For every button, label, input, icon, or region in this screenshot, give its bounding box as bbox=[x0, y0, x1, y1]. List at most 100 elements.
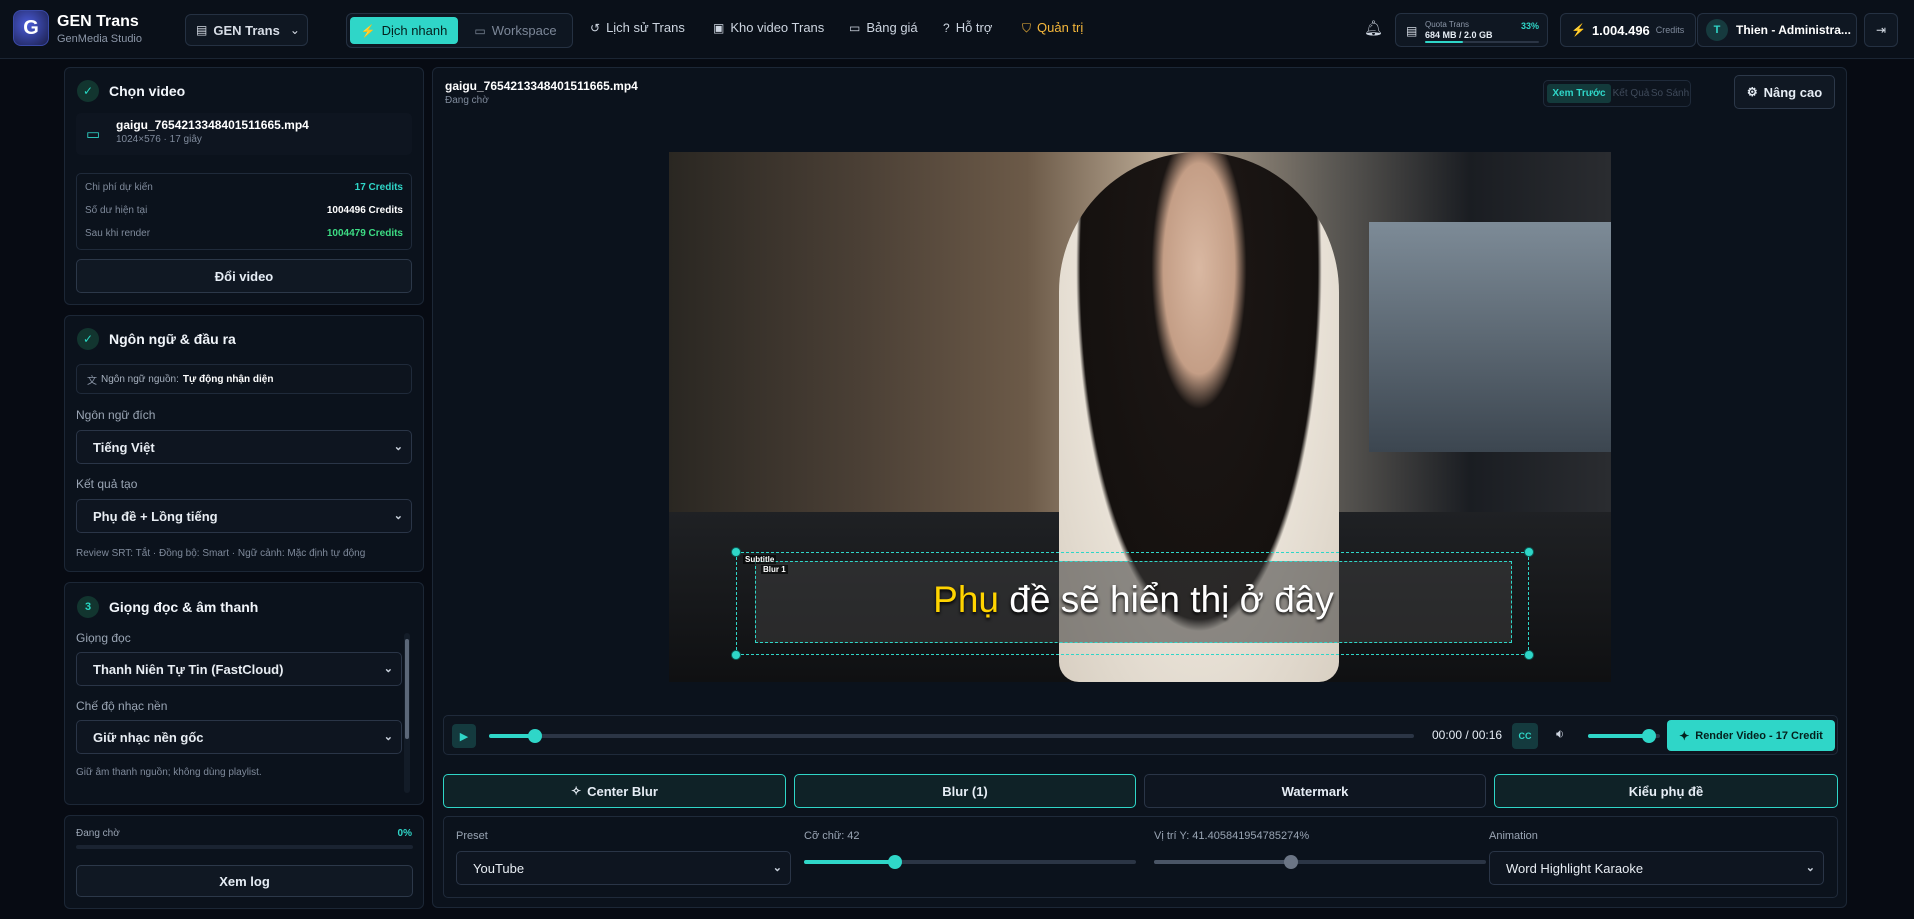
change-video-button[interactable]: Đổi video bbox=[76, 259, 412, 293]
choose-video-panel: ✓ Chọn video ▭ gaigu_7654213348401511665… bbox=[64, 67, 424, 305]
advanced-button[interactable]: ⚙ Nâng cao bbox=[1734, 75, 1835, 109]
nav-video-library[interactable]: ▣ Kho video Trans bbox=[713, 20, 824, 35]
preset-select[interactable]: YouTube ⌄ bbox=[456, 851, 791, 885]
nav-pricing-label: Bảng giá bbox=[866, 20, 918, 35]
resize-handle-top-right[interactable] bbox=[1524, 547, 1534, 557]
chevron-down-icon: ⌄ bbox=[393, 510, 403, 522]
status-label: Đang chờ bbox=[76, 828, 120, 839]
status-percent: 0% bbox=[397, 828, 412, 839]
video-file-icon: ▭ bbox=[86, 126, 101, 143]
translate-icon: 文 bbox=[87, 375, 97, 387]
bell-icon[interactable]: 🔔︎ bbox=[1364, 19, 1383, 37]
after-render-label: Sau khi render bbox=[85, 228, 151, 239]
resize-handle-bottom-left[interactable] bbox=[731, 650, 741, 660]
volume-icon[interactable]: 🔉︎ bbox=[1556, 726, 1564, 742]
time-display: 00:00 / 00:16 bbox=[1432, 728, 1503, 742]
render-video-button[interactable]: ✦ Render Video - 17 Credit bbox=[1667, 720, 1835, 751]
music-mode-label: Chế độ nhạc nền bbox=[76, 699, 168, 713]
language-title: Ngôn ngữ & đầu ra bbox=[109, 331, 236, 347]
credits-label: Credits bbox=[1655, 25, 1685, 35]
target-language-select[interactable]: Tiếng Việt ⌄ bbox=[76, 430, 412, 464]
nav-support[interactable]: ? Hỗ trợ bbox=[943, 20, 992, 35]
source-language-label: Ngôn ngữ nguồn: bbox=[101, 373, 179, 385]
avatar: T bbox=[1706, 19, 1728, 41]
play-button[interactable]: ▶ bbox=[452, 724, 476, 748]
resize-handle-top-left[interactable] bbox=[731, 547, 741, 557]
balance-value: 1004496 Credits bbox=[326, 205, 403, 216]
sparkle-icon: ✧ bbox=[571, 784, 582, 798]
tab-compare[interactable]: So Sánh bbox=[1650, 84, 1690, 103]
voice-select[interactable]: Thanh Niên Tự Tin (FastCloud) ⌄ bbox=[76, 652, 402, 686]
user-menu[interactable]: T Thien - Administra... bbox=[1697, 13, 1857, 47]
app-logo[interactable]: G bbox=[13, 10, 49, 46]
advanced-button-label: Nâng cao bbox=[1763, 84, 1823, 100]
resize-handle-bottom-right[interactable] bbox=[1524, 650, 1534, 660]
position-y-label: Vị trí Y: 41.405841954785274% bbox=[1154, 830, 1310, 842]
quota-value: 684 MB / 2.0 GB bbox=[1425, 30, 1493, 40]
choose-video-title: Chọn video bbox=[109, 83, 186, 99]
tab-center-blur-label: Center Blur bbox=[587, 783, 658, 799]
font-size-label: Cỡ chữ: 42 bbox=[804, 830, 860, 842]
logout-button[interactable]: ⇥ bbox=[1864, 13, 1898, 47]
source-language-value: Tự động nhận diện bbox=[182, 373, 274, 385]
credits-value: 1.004.496 bbox=[1591, 22, 1650, 38]
storage-icon: ▤ bbox=[1406, 24, 1418, 38]
font-size-knob[interactable] bbox=[888, 855, 903, 869]
seek-knob[interactable] bbox=[528, 729, 543, 743]
volume-fill bbox=[1588, 734, 1650, 738]
position-y-fill bbox=[1154, 860, 1292, 864]
app-title: GEN Trans bbox=[57, 13, 139, 30]
seek-bar[interactable] bbox=[489, 729, 1414, 743]
chevron-down-icon: ⌄ bbox=[393, 441, 403, 453]
step-number: 3 bbox=[77, 596, 99, 618]
volume-slider[interactable] bbox=[1588, 729, 1660, 743]
quota-label: Quota Trans bbox=[1425, 20, 1470, 29]
subtitle-region[interactable]: Subtitle Blur 1 Phụ đề sẽ hiển thị ở đây bbox=[731, 547, 1534, 660]
preset-label: Preset bbox=[456, 830, 488, 842]
tab-workspace[interactable]: ▭ Workspace bbox=[463, 17, 568, 44]
chevron-down-icon: ⌄ bbox=[383, 663, 393, 675]
cost-label: Chi phí dự kiến bbox=[85, 182, 153, 193]
volume-knob[interactable] bbox=[1642, 729, 1657, 743]
tab-blur[interactable]: Blur (1) bbox=[794, 774, 1136, 808]
tab-workspace-label: Workspace bbox=[491, 23, 557, 38]
tab-result[interactable]: Kết Quả bbox=[1612, 84, 1650, 103]
help-icon: ? bbox=[943, 20, 950, 35]
voice-panel: 3 Giọng đọc & âm thanh Giọng đọc Thanh N… bbox=[64, 582, 424, 805]
magic-wand-icon: ✦ bbox=[1679, 728, 1690, 743]
sliders-icon: ⚙ bbox=[1746, 85, 1758, 99]
top-navigation-bar: G GEN Trans GenMedia Studio ▤ GEN Trans … bbox=[0, 0, 1914, 59]
output-result-label: Kết quả tạo bbox=[76, 477, 138, 491]
user-name: Thien - Administra... bbox=[1736, 23, 1851, 37]
position-y-knob[interactable] bbox=[1284, 855, 1299, 869]
player-controls: ▶ 00:00 / 00:16 CC 🔉︎ ✦ Render Video - 1… bbox=[443, 715, 1838, 755]
captions-icon[interactable]: CC bbox=[1512, 723, 1538, 749]
credits-indicator[interactable]: ⚡ 1.004.496 Credits bbox=[1560, 13, 1696, 47]
scrollbar[interactable] bbox=[404, 633, 410, 793]
tab-subtitle-style[interactable]: Kiểu phụ đề bbox=[1494, 774, 1838, 808]
video-preview[interactable]: Subtitle Blur 1 Phụ đề sẽ hiển thị ở đây bbox=[669, 152, 1611, 682]
tab-quick-translate[interactable]: ⚡ Dịch nhanh bbox=[350, 17, 458, 44]
scrollbar-thumb[interactable] bbox=[405, 639, 409, 739]
font-size-slider[interactable] bbox=[804, 855, 1136, 869]
animation-select[interactable]: Word Highlight Karaoke ⌄ bbox=[1489, 851, 1824, 885]
view-log-button[interactable]: Xem log bbox=[76, 865, 413, 897]
folder-icon: ▣ bbox=[713, 20, 725, 35]
quota-indicator[interactable]: ▤ Quota Trans 684 MB / 2.0 GB 33% bbox=[1395, 13, 1548, 47]
position-y-slider[interactable] bbox=[1154, 855, 1486, 869]
video-window bbox=[1369, 222, 1611, 452]
music-mode-select[interactable]: Giữ nhạc nền gốc ⌄ bbox=[76, 720, 402, 754]
nav-admin[interactable]: ⛉ Quản trị bbox=[1022, 20, 1083, 35]
music-note: Giữ âm thanh nguồn; không dùng playlist. bbox=[76, 767, 262, 778]
workspace-selector[interactable]: ▤ GEN Trans ⌄ bbox=[185, 14, 308, 46]
tab-watermark[interactable]: Watermark bbox=[1144, 774, 1486, 808]
output-result-select[interactable]: Phụ đề + Lồng tiếng ⌄ bbox=[76, 499, 412, 533]
target-language-label: Ngôn ngữ đích bbox=[76, 408, 156, 422]
building-icon: ▤ bbox=[196, 23, 208, 37]
tab-center-blur[interactable]: ✧ Center Blur bbox=[443, 774, 786, 808]
chevron-down-icon: ⌄ bbox=[289, 23, 300, 37]
nav-history[interactable]: ↺ Lịch sử Trans bbox=[590, 20, 685, 35]
check-icon: ✓ bbox=[77, 328, 99, 350]
nav-pricing[interactable]: ▭ Bảng giá bbox=[849, 20, 918, 35]
tab-preview[interactable]: Xem Trước bbox=[1547, 84, 1611, 103]
